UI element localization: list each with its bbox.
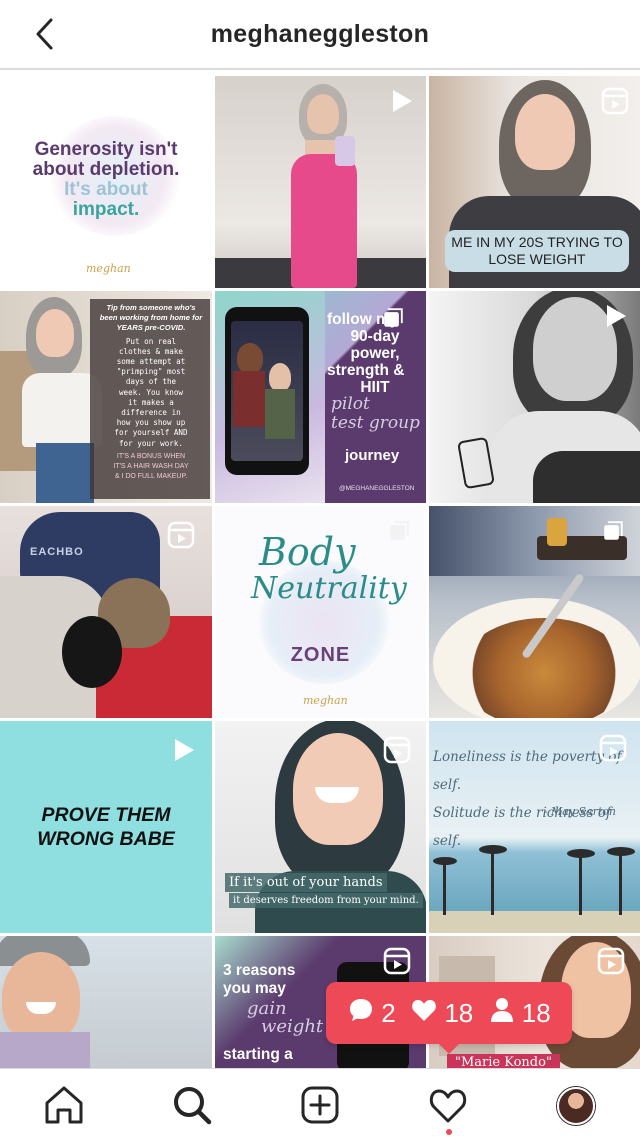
profile-avatar[interactable] [557,1087,595,1125]
post-text-line: "primping" most [116,367,186,377]
post-caption-line: ME IN MY 20S TRYING TO [451,234,623,250]
post-caption-line: LOSE WEIGHT [488,251,586,267]
post-script-line: test group [331,413,420,433]
likes-count: 18 [444,997,474,1028]
post-handle: @MEGHANEGGLESTON [339,485,415,492]
post-tile[interactable]: follow my 90-day power, strength & HIIT … [215,291,426,503]
profile-username: meghaneggleston [210,20,430,48]
play-icon [168,735,198,765]
signature: meghan [303,694,348,707]
activity-notification-bubble[interactable]: 2 18 18 [326,982,572,1054]
search-icon[interactable] [170,1083,214,1127]
post-script-line: Neutrality [251,571,407,606]
follows-count-group: 18 [488,996,551,1031]
post-caption: "Marie Kondo" [447,1054,560,1068]
post-text-line: PROVE THEM [41,804,171,826]
post-tile[interactable]: ME IN MY 20S TRYING TO LOSE WEIGHT [429,76,640,288]
signature: meghan [86,262,131,275]
reel-icon [600,86,630,116]
post-text-line: IT'S A HAIR WASH DAY [113,463,189,471]
carousel-icon [388,520,410,542]
post-tile[interactable]: Body Neutrality ZONE meghan [215,506,426,718]
likes-count-group: 18 [410,996,473,1031]
activity-indicator-dot [446,1129,452,1135]
post-tile[interactable]: PROVE THEM WRONG BABE [0,721,212,933]
home-icon[interactable] [42,1083,86,1127]
post-script-line: weight [261,1016,324,1037]
post-text-line: for your work. [118,438,183,448]
heart-icon[interactable] [426,1083,470,1127]
post-tile[interactable] [429,506,640,718]
follows-count: 18 [521,997,551,1028]
post-text-line: Put on real [125,336,177,346]
comment-icon [347,996,375,1031]
post-script-line: pilot [331,394,370,414]
reel-icon [382,735,412,765]
person-icon [488,996,516,1031]
post-text-line: 90-day [350,328,400,345]
reel-icon [598,733,628,763]
post-text-line: YEARS pre-COVID. [116,323,186,333]
post-text-line: days of the [125,377,177,387]
carousel-icon [382,307,404,329]
post-tile[interactable] [0,936,212,1068]
post-text-line: how you show up [116,418,186,428]
reel-icon [166,520,196,550]
post-tile[interactable] [429,291,640,503]
post-caption-line: it deserves freedom from your mind. [233,895,419,906]
post-text-line: week. You know [118,387,183,397]
post-text-line: you may [223,980,286,997]
post-text-line: been working from home for [99,313,203,323]
post-text-line: some attempt at [116,357,186,367]
play-icon [600,301,630,331]
post-text-line: difference in [121,408,181,418]
post-text-line: about depletion. [32,159,180,180]
post-text-line: strength & [327,362,405,379]
post-tile[interactable]: Tip from someone who's been working from… [0,291,212,503]
bottom-navigation [0,1068,640,1138]
post-text-line: IT'S A BONUS WHEN [116,452,186,460]
post-text-line: clothes & make [118,346,183,356]
posts-grid: Generosity isn't about depletion. It's a… [0,76,640,1068]
post-text-line: Tip from someone who's [106,303,196,312]
post-text-line: power, [350,345,400,362]
carousel-icon [602,520,624,542]
post-tile[interactable]: EACHBO [0,506,212,718]
comments-count-group: 2 [347,996,396,1031]
play-icon [386,86,416,116]
post-tile[interactable]: Loneliness is the poverty of self. Solit… [429,721,640,933]
post-text-line: starting a [223,1046,293,1063]
reel-icon [596,946,626,976]
post-text-line: WRONG BABE [37,828,175,850]
reel-icon [382,946,412,976]
post-text-line: Generosity isn't [34,139,178,160]
post-script-line: Body [259,530,356,574]
add-post-icon[interactable] [298,1083,342,1127]
post-text-line: it makes a [128,397,174,407]
post-tile[interactable]: Generosity isn't about depletion. It's a… [0,76,212,288]
post-caption-line: If it's out of your hands [229,875,383,890]
post-tile[interactable]: If it's out of your hands it deserves fr… [215,721,426,933]
heart-icon [410,996,438,1031]
post-text-line: 3 reasons [223,962,296,979]
post-text-line: It's about [64,179,148,200]
top-bar: meghaneggleston [0,0,640,70]
post-text-line: journey [345,447,400,464]
quote-author: - May Sarton [543,805,616,818]
post-tile[interactable] [215,76,426,288]
post-text-line: follow my [327,311,399,328]
post-text-line: ZONE [290,644,351,666]
comments-count: 2 [381,997,396,1028]
post-text-line: for yourself AND [114,428,188,438]
post-text-line: impact. [72,199,140,220]
post-text-line: & I DO FULL MAKEUP. [114,473,188,481]
